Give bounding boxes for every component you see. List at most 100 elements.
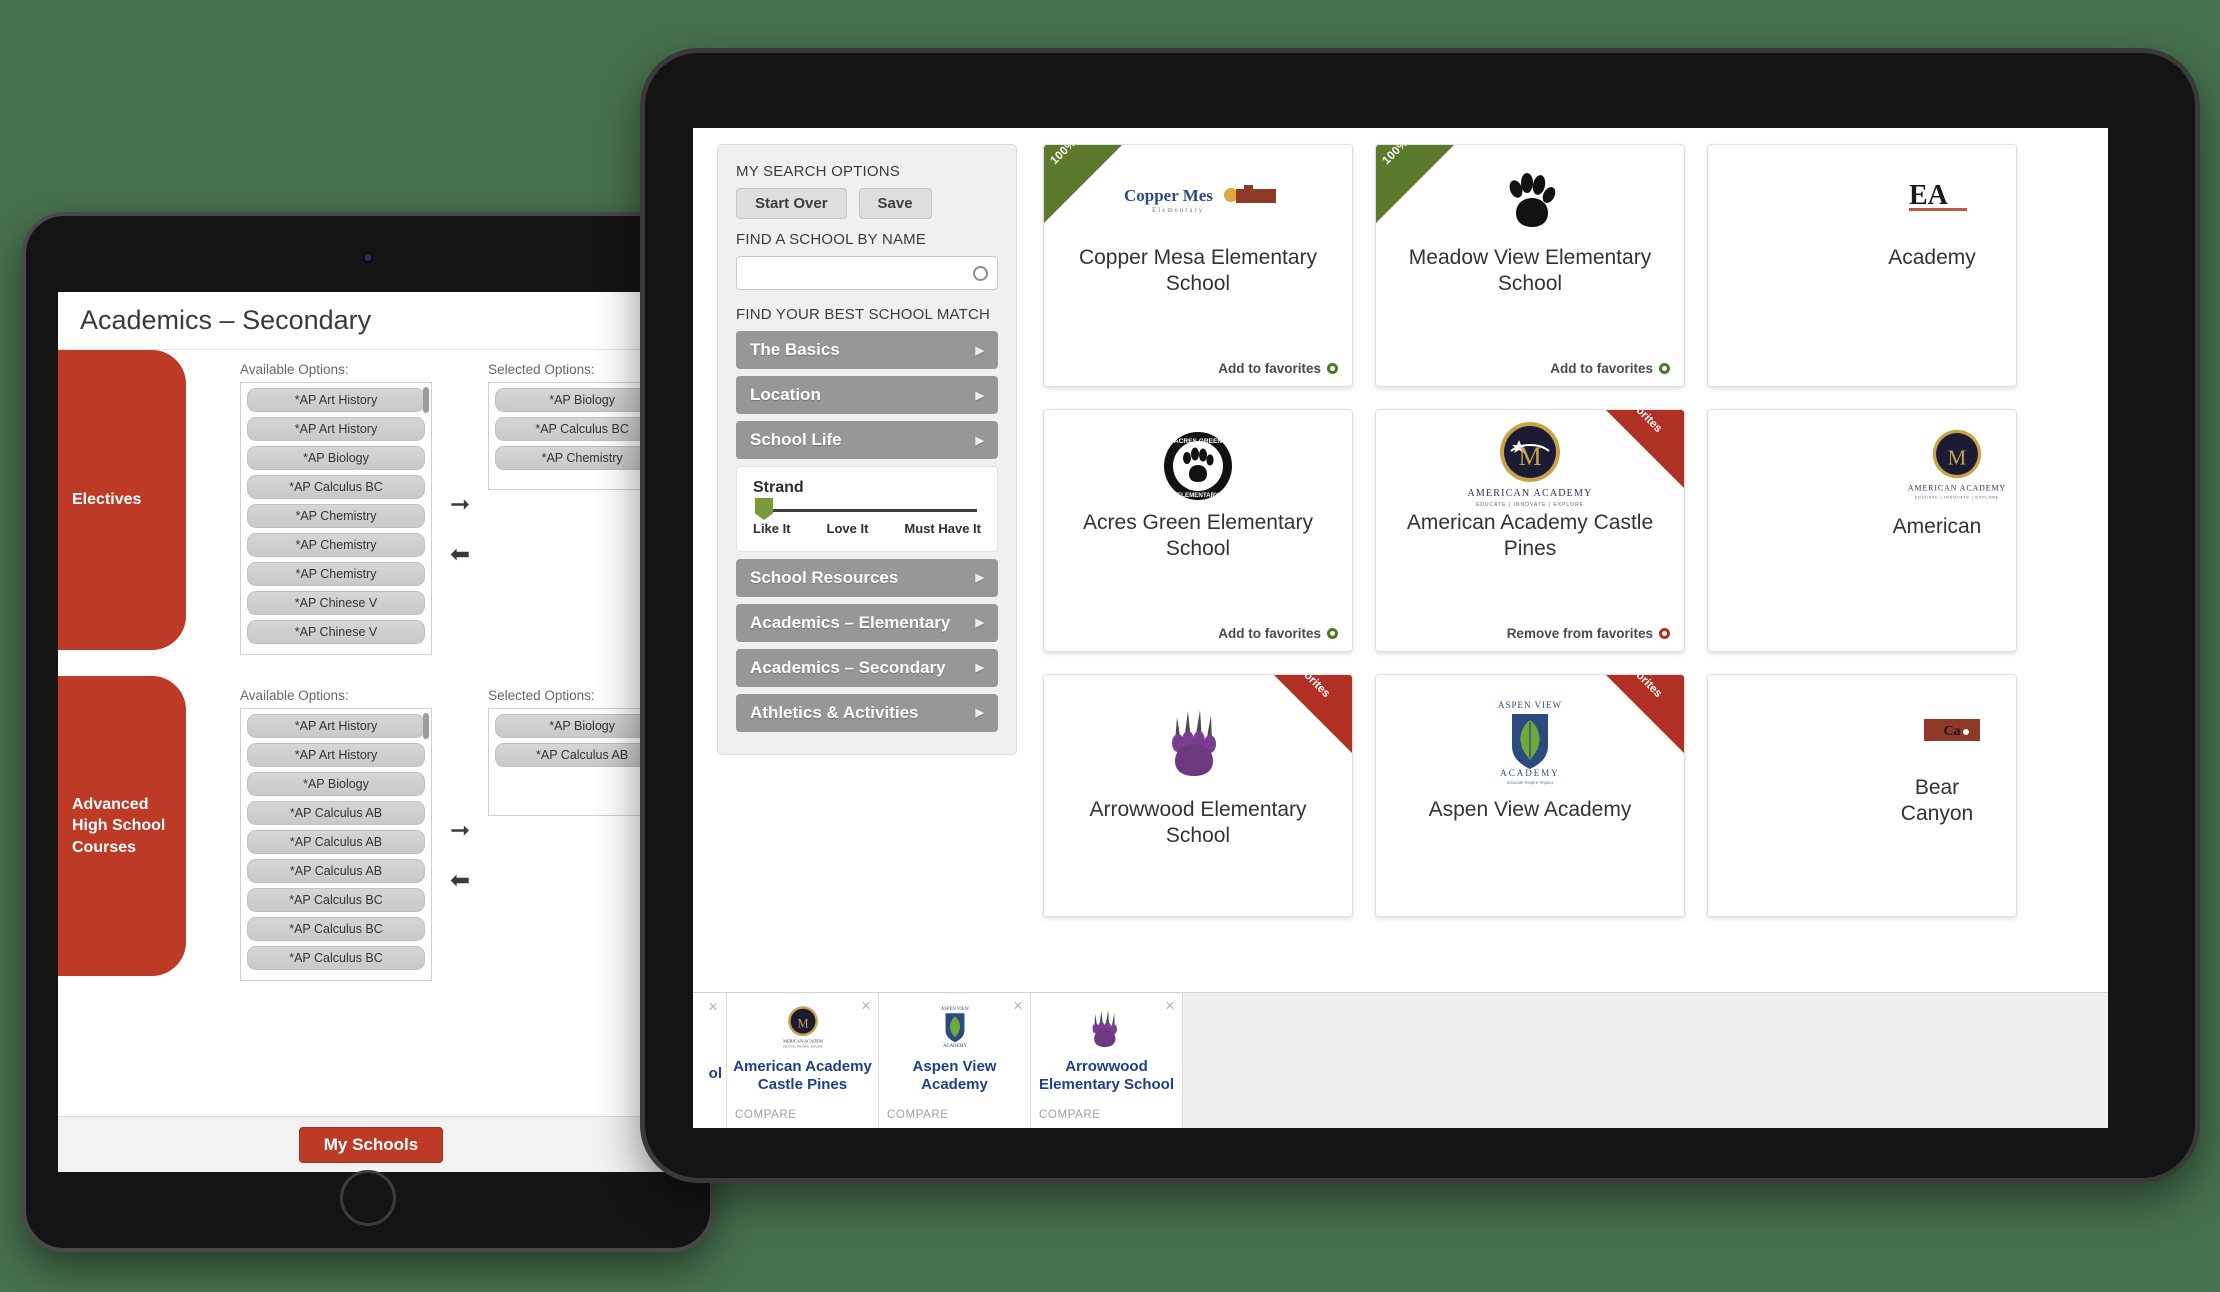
listbox-scrollbar[interactable] — [423, 387, 429, 413]
close-icon[interactable]: × — [1165, 997, 1175, 1014]
add-favorite-icon[interactable] — [1327, 363, 1338, 374]
add-to-favorites-link[interactable]: Add to favorites — [1550, 361, 1670, 376]
list-item[interactable]: *AP Art History — [247, 743, 425, 767]
school-card[interactable]: My Favorites M AMERICAN ACADEMY EDUCATE … — [1375, 409, 1685, 652]
school-card[interactable]: 100% Match Meadow View Elementary School… — [1375, 144, 1685, 387]
accordion-school-life[interactable]: School Life ▶ — [736, 421, 998, 459]
accordion-label: Academics – Elementary — [750, 612, 951, 632]
svg-text:EA: EA — [1909, 180, 1949, 211]
list-item[interactable]: *AP Calculus AB — [247, 859, 425, 883]
aspen-view-shield-logo: ASPEN VIEW ACADEMY Educate Inspire Impac… — [1490, 687, 1570, 797]
arrow-right-icon[interactable]: ➞ — [450, 818, 470, 843]
arrow-right-icon[interactable]: ➞ — [450, 492, 470, 517]
list-item[interactable]: *AP Chemistry — [247, 504, 425, 528]
accordion-academics-secondary[interactable]: Academics – Secondary ▶ — [736, 648, 998, 687]
school-card[interactable]: 100% Match Copper Mes Elementary Copper … — [1043, 144, 1353, 387]
close-icon[interactable]: × — [708, 997, 718, 1017]
compare-item[interactable]: × Arrowwood Elementary School COMPARE — [1031, 993, 1183, 1128]
listbox-scrollbar[interactable] — [423, 713, 429, 739]
close-icon[interactable]: × — [861, 997, 871, 1014]
accordion-school-resources[interactable]: School Resources ▶ — [736, 558, 998, 597]
svg-text:ASPEN VIEW: ASPEN VIEW — [940, 1007, 969, 1012]
search-icon[interactable] — [973, 266, 988, 281]
school-card[interactable]: M AMERICAN ACADEMY EDUCATE | INNOVATE | … — [1707, 409, 2017, 652]
list-item[interactable]: *AP Art History — [247, 388, 425, 412]
accordion-academics-elementary[interactable]: Academics – Elementary ▶ — [736, 603, 998, 642]
compare-item[interactable]: × M AMERICAN ACADEMY EDUCATE | INNOVATE … — [727, 993, 879, 1128]
my-schools-button[interactable]: My Schools — [298, 1126, 444, 1163]
list-item[interactable]: *AP Chemistry — [247, 533, 425, 557]
compare-item-partial[interactable]: × ol — [693, 993, 727, 1128]
svg-text:M: M — [797, 1016, 808, 1030]
start-over-button[interactable]: Start Over — [736, 188, 847, 219]
large-tablet-device: MY SEARCH OPTIONS Start Over Save FIND A… — [640, 48, 2200, 1183]
acres-green-circle-paw-logo: ACRES GREEN ELEMENTARY — [1162, 422, 1234, 510]
arrow-left-icon[interactable]: ⬅ — [450, 542, 470, 567]
add-favorite-icon[interactable] — [1659, 363, 1670, 374]
page-title: Academics – Secondary — [80, 305, 372, 335]
svg-text:ACRES GREEN: ACRES GREEN — [1174, 438, 1223, 445]
accordion-athletics-activities[interactable]: Athletics & Activities ▶ — [736, 693, 998, 732]
school-card[interactable]: My Favorites — [1043, 674, 1353, 917]
accordion-location[interactable]: Location ▶ — [736, 376, 998, 414]
slider-thumb[interactable] — [755, 498, 773, 520]
add-to-favorites-link[interactable]: Add to favorites — [1218, 626, 1338, 641]
school-name: Meadow View Elementary School — [1408, 246, 1652, 295]
school-card[interactable]: Ca Bear Canyon — [1707, 674, 2017, 917]
compare-item-name: Aspen View Academy — [912, 1058, 997, 1093]
school-name: Aspen View Academy — [1428, 798, 1632, 821]
school-name: Arrowwood Elementary School — [1089, 798, 1307, 847]
chevron-right-icon: ▶ — [975, 617, 984, 630]
remove-favorite-icon[interactable] — [1659, 628, 1670, 639]
school-results-grid: 100% Match Copper Mes Elementary Copper … — [1043, 144, 2108, 917]
american-academy-medallion-logo: M AMERICAN ACADEMY EDUCATE | INNOVATE | … — [783, 1003, 823, 1053]
svg-text:Elementary: Elementary — [1152, 206, 1204, 214]
remove-from-favorites-link[interactable]: Remove from favorites — [1507, 626, 1670, 641]
close-icon[interactable]: × — [1013, 997, 1023, 1014]
school-name: American — [1892, 515, 1982, 538]
list-item[interactable]: *AP Biology — [247, 772, 425, 796]
accordion-the-basics[interactable]: The Basics ▶ — [736, 331, 998, 369]
list-item[interactable]: *AP Calculus BC — [247, 888, 425, 912]
svg-text:AMERICAN ACADEMY: AMERICAN ACADEMY — [1467, 488, 1592, 499]
importance-slider[interactable] — [755, 498, 977, 520]
school-card[interactable]: ACRES GREEN ELEMENTARY Acres Green Eleme… — [1043, 409, 1353, 652]
list-item[interactable]: *AP Art History — [247, 714, 425, 738]
american-academy-medallion-logo: M AMERICAN ACADEMY EDUCATE | INNOVATE | … — [1460, 418, 1600, 514]
available-options-listbox[interactable]: *AP Art History *AP Art History *AP Biol… — [240, 708, 432, 981]
list-item[interactable]: *AP Calculus AB — [247, 801, 425, 825]
list-item[interactable]: *AP Chinese V — [247, 591, 425, 615]
list-item[interactable]: *AP Art History — [247, 417, 425, 441]
list-item[interactable]: *AP Chinese V — [247, 620, 425, 644]
save-button[interactable]: Save — [858, 188, 932, 219]
add-to-favorites-link[interactable]: Add to favorites — [1218, 361, 1338, 376]
list-item[interactable]: *AP Biology — [247, 446, 425, 470]
available-options-label: Available Options: — [240, 362, 349, 377]
arrow-left-icon[interactable]: ⬅ — [450, 868, 470, 893]
slider-label-like: Like It — [753, 521, 791, 536]
list-item[interactable]: *AP Calculus AB — [247, 830, 425, 854]
compare-label[interactable]: COMPARE — [1039, 1109, 1101, 1121]
aspen-view-shield-logo: ASPEN VIEW ACADEMY — [934, 1003, 976, 1053]
svg-text:ACADEMY: ACADEMY — [1500, 768, 1560, 778]
list-item[interactable]: *AP Calculus BC — [247, 475, 425, 499]
filter-name: Strand — [753, 479, 804, 496]
compare-item[interactable]: × ASPEN VIEW ACADEMY Aspen View Academy … — [879, 993, 1031, 1128]
home-button[interactable] — [340, 1170, 396, 1226]
add-favorite-icon[interactable] — [1327, 628, 1338, 639]
list-item[interactable]: *AP Chemistry — [247, 562, 425, 586]
compare-label[interactable]: COMPARE — [735, 1109, 797, 1121]
search-options-panel: MY SEARCH OPTIONS Start Over Save FIND A… — [717, 144, 1017, 755]
chevron-right-icon: ▶ — [975, 434, 984, 447]
slider-label-must: Must Have It — [904, 521, 981, 536]
available-options-listbox[interactable]: *AP Art History *AP Art History *AP Biol… — [240, 382, 432, 655]
school-card[interactable]: EA Academy — [1707, 144, 2017, 387]
compare-label[interactable]: COMPARE — [887, 1109, 949, 1121]
school-card[interactable]: My Favorites ASPEN VIEW ACADEMY Educate … — [1375, 674, 1685, 917]
school-name-search-field[interactable] — [736, 256, 998, 290]
american-academy-medallion-logo: M AMERICAN ACADEMY EDUCATE | INNOVATE | … — [1902, 418, 2012, 514]
list-item[interactable]: *AP Calculus BC — [247, 946, 425, 970]
list-item[interactable]: *AP Calculus BC — [247, 917, 425, 941]
svg-text:M: M — [1948, 445, 1967, 469]
available-options-group: Available Options: *AP Art History *AP A… — [240, 362, 432, 655]
